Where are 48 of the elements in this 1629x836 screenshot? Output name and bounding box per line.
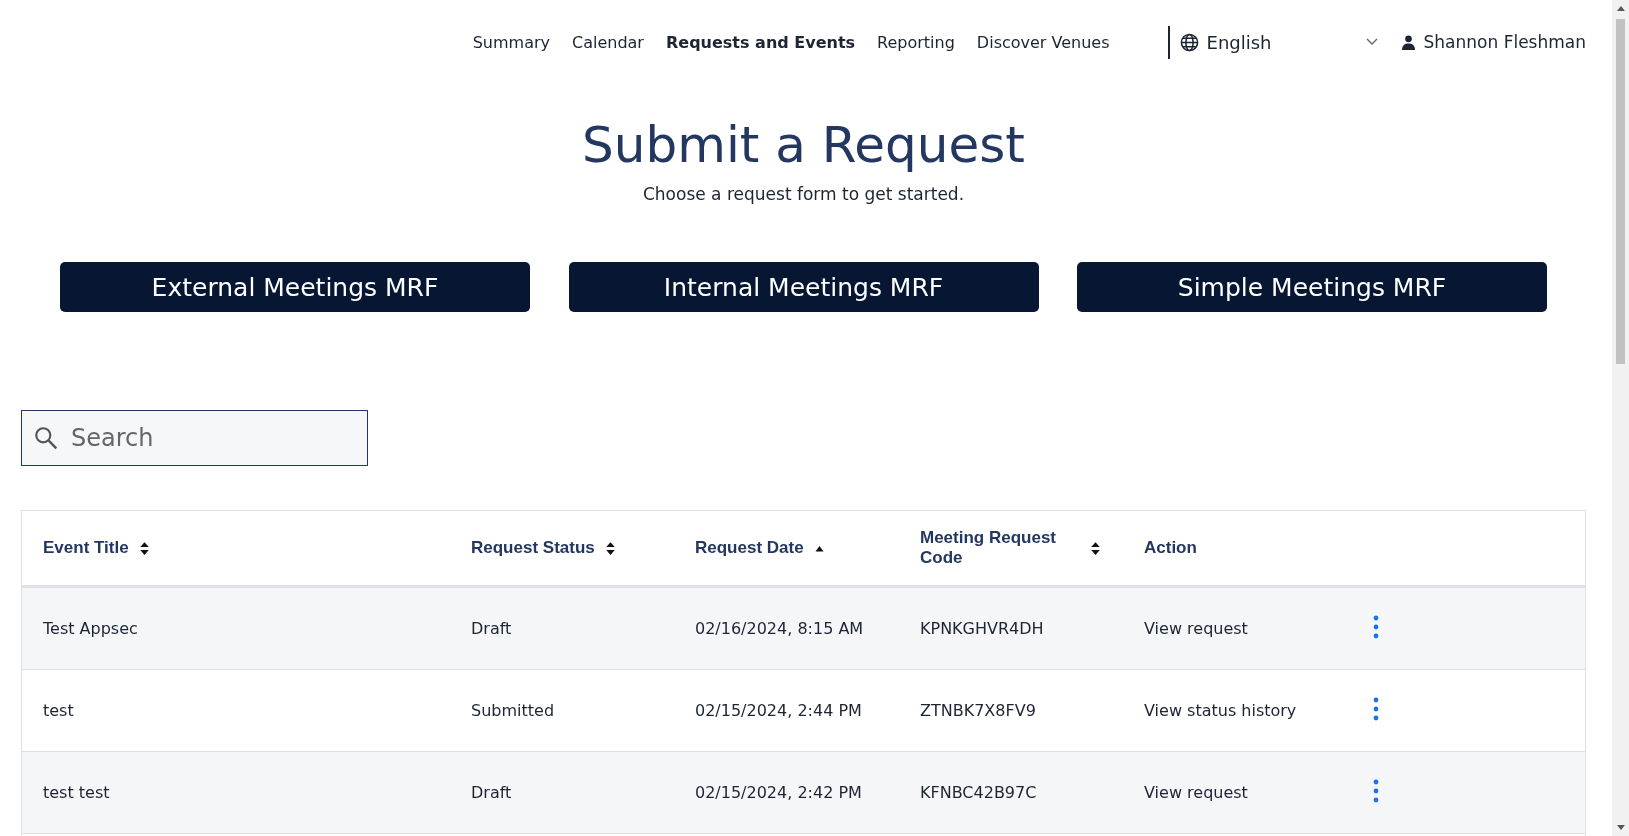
globe-icon xyxy=(1179,32,1199,52)
page-title: Submit a Request xyxy=(581,116,1026,174)
sort-icon[interactable] xyxy=(1090,539,1101,557)
request-form-button[interactable]: Simple Meetings MRF xyxy=(1077,262,1547,312)
nav-link[interactable]: Summary xyxy=(472,32,550,52)
column-header[interactable]: Request Date xyxy=(695,538,825,558)
person-icon xyxy=(1401,34,1415,50)
sort-icon[interactable] xyxy=(604,539,616,557)
table-cell: KPNKGHVR4DH xyxy=(920,619,1044,638)
table-cell: test test xyxy=(43,783,110,802)
chevron-down-icon xyxy=(1365,38,1378,46)
scrollbar[interactable] xyxy=(1612,0,1629,836)
action-link[interactable]: View request xyxy=(1144,783,1248,802)
column-header[interactable]: Request Status xyxy=(471,538,616,558)
table-cell: 02/15/2024, 2:42 PM xyxy=(695,783,862,802)
sort-ascending-icon[interactable] xyxy=(813,544,825,552)
nav-link[interactable]: Calendar xyxy=(572,32,644,52)
request-form-button[interactable]: External Meetings MRF xyxy=(60,262,530,312)
request-form-button[interactable]: Internal Meetings MRF xyxy=(568,262,1039,312)
page-subtitle: Choose a request form to get started. xyxy=(641,184,966,204)
nav-link[interactable]: Requests and Events xyxy=(665,32,856,52)
more-options-icon[interactable] xyxy=(1373,614,1379,639)
table-cell: ZTNBK7X8FV9 xyxy=(920,701,1036,720)
more-options-icon[interactable] xyxy=(1373,778,1379,803)
column-header[interactable]: Meeting Request Code xyxy=(920,528,1101,568)
user-menu[interactable]: Shannon Fleshman xyxy=(1401,32,1586,52)
table-cell: test xyxy=(43,701,74,720)
table-cell: 02/15/2024, 2:44 PM xyxy=(695,701,862,720)
search-field[interactable]: Search xyxy=(21,410,368,466)
column-header[interactable]: Event Title xyxy=(43,538,150,558)
scroll-down-icon[interactable] xyxy=(1616,825,1625,830)
language-select[interactable]: English xyxy=(1167,25,1378,59)
nav-link[interactable]: Reporting xyxy=(877,32,955,52)
sort-icon[interactable] xyxy=(138,539,150,557)
column-header[interactable]: Action xyxy=(1144,538,1197,558)
scrollbar-thumb[interactable] xyxy=(1616,19,1625,364)
search-icon xyxy=(33,425,59,451)
scroll-up-icon[interactable] xyxy=(1616,6,1625,11)
nav-link[interactable]: Discover Venues xyxy=(976,32,1110,52)
table-cell: KFNBC42B97C xyxy=(920,783,1037,802)
table-cell: Test Appsec xyxy=(43,619,138,638)
more-options-icon[interactable] xyxy=(1373,696,1379,721)
table-cell: 02/16/2024, 8:15 AM xyxy=(695,619,864,638)
table-cell: Submitted xyxy=(471,701,555,720)
action-link[interactable]: View request xyxy=(1144,619,1248,638)
table-cell: Draft xyxy=(471,619,512,638)
table-cell: Draft xyxy=(471,783,512,802)
action-link[interactable]: View status history xyxy=(1144,701,1297,720)
